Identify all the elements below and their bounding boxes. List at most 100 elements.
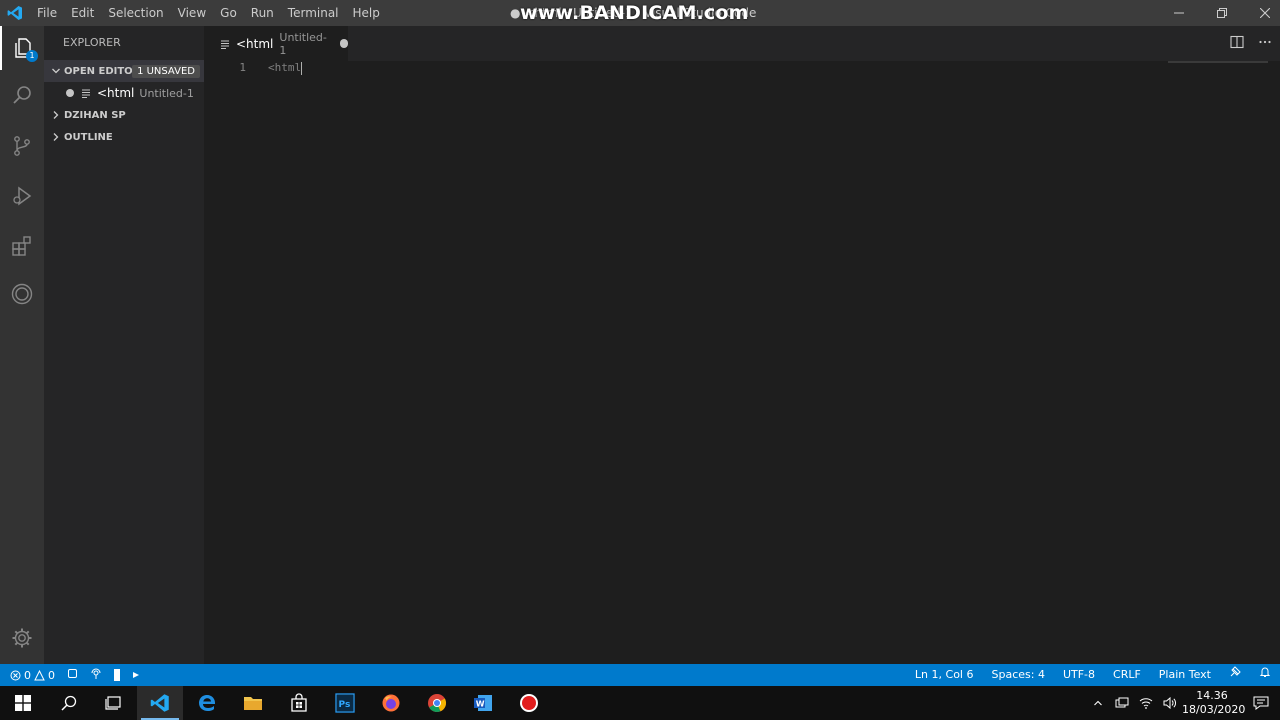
error-icon [10,670,21,680]
store-icon [291,693,307,712]
activity-run-debug[interactable] [0,174,44,218]
open-editor-item[interactable]: <html Untitled-1 [44,82,204,104]
plaintext-file-icon [220,39,230,49]
photoshop-icon: Ps [335,693,355,713]
folder-header[interactable]: DZIHAN SP [44,104,204,126]
taskbar-search[interactable] [46,686,92,720]
volume-icon[interactable] [1158,697,1182,709]
activity-explorer[interactable]: 1 [0,26,44,70]
unsaved-dot-icon [66,89,74,97]
notifications-bell-icon[interactable] [1250,664,1280,686]
feedback-icon[interactable] [1220,664,1250,686]
live-share-icon[interactable] [90,668,102,683]
taskbar-file-explorer[interactable] [230,686,276,720]
outline-label: OUTLINE [64,131,113,143]
problems-status[interactable]: 0 0 [10,669,55,682]
activity-manage[interactable] [0,616,44,660]
restore-button[interactable] [1200,0,1244,26]
menu-bar: File Edit Selection View Go Run Terminal… [30,0,387,26]
open-editors-header[interactable]: OPEN EDITO... 1 UNSAVED [44,60,204,82]
network-adapter-icon[interactable] [1110,697,1134,709]
warning-count: 0 [48,668,55,682]
clock-date: 18/03/2020 [1182,703,1246,716]
menu-file[interactable]: File [30,0,64,26]
svg-text:Ps: Ps [339,700,351,710]
chrome-icon [428,694,447,713]
tab-untitled-1[interactable]: <html Untitled-1 [204,26,348,61]
task-view-button[interactable] [91,686,137,720]
menu-go[interactable]: Go [213,0,244,26]
outline-header[interactable]: OUTLINE [44,126,204,148]
remote-explorer-icon [11,283,33,305]
restore-icon [1217,8,1227,18]
tab-unsaved-dot-icon[interactable] [339,39,348,48]
taskbar-bandicam[interactable] [506,686,552,720]
status-right: Ln 1, Col 6 Spaces: 4 UTF-8 CRLF Plain T… [906,664,1280,686]
action-center-icon[interactable] [1242,696,1280,710]
gear-icon [12,628,32,648]
minimize-button[interactable] [1157,0,1201,26]
close-icon [1260,8,1270,18]
warning-icon [34,669,45,680]
open-editor-path: Untitled-1 [139,86,194,100]
source-control-icon [14,136,30,156]
end-of-line[interactable]: CRLF [1104,664,1150,686]
cursor-position[interactable]: Ln 1, Col 6 [906,664,983,686]
menu-terminal[interactable]: Terminal [281,0,346,26]
language-mode[interactable]: Plain Text [1150,664,1220,686]
svg-text:W: W [476,700,485,709]
menu-edit[interactable]: Edit [64,0,101,26]
taskbar-edge[interactable] [184,686,230,720]
chevron-up-icon[interactable] [1086,698,1110,708]
vscode-icon [150,694,169,712]
editor-area[interactable]: 1 <html [204,61,1280,664]
indentation[interactable]: Spaces: 4 [982,664,1053,686]
menu-help[interactable]: Help [346,0,387,26]
line-number: 1 [239,61,246,74]
system-tray: 14.36 18/03/2020 [1086,686,1280,720]
status-left: 0 0 [0,664,140,686]
vscode-logo-icon [0,0,30,26]
taskbar-chrome[interactable] [414,686,460,720]
taskbar-photoshop[interactable]: Ps [322,686,368,720]
taskbar-word[interactable]: W [460,686,506,720]
tab-bar: <html Untitled-1 [204,26,1280,61]
menu-selection[interactable]: Selection [101,0,170,26]
clock-time: 14.36 [1196,689,1228,702]
search-icon [13,86,31,104]
activity-extensions[interactable] [0,224,44,268]
chevron-down-icon [50,65,62,77]
taskbar-store[interactable] [276,686,322,720]
explorer-title: EXPLORER [63,36,121,49]
activity-source-control[interactable] [0,124,44,168]
progress-indicator [114,669,120,681]
unsaved-badge: 1 UNSAVED [132,64,200,78]
menu-run[interactable]: Run [244,0,281,26]
windows-taskbar: Ps W 14.36 18/03/2020 [0,686,1280,720]
explorer-badge: 1 [26,50,38,62]
run-icon[interactable] [132,669,140,682]
start-button[interactable] [0,686,46,720]
search-icon [61,695,77,711]
explorer-sidebar: EXPLORER OPEN EDITO... 1 UNSAVED <html U… [44,26,204,664]
more-actions-icon[interactable] [1258,35,1272,52]
ports-icon[interactable] [67,668,78,682]
firefox-icon [382,694,400,712]
folder-icon [244,697,262,710]
split-editor-icon[interactable] [1230,35,1244,52]
encoding[interactable]: UTF-8 [1054,664,1104,686]
taskbar-vscode[interactable] [137,686,183,720]
code-text: <html [268,61,302,74]
activity-search[interactable] [0,74,44,118]
wifi-icon[interactable] [1134,697,1158,709]
menu-view[interactable]: View [171,0,213,26]
word-icon: W [474,695,492,711]
close-button[interactable] [1243,0,1280,26]
taskbar-firefox[interactable] [368,686,414,720]
open-editor-name: <html [97,86,135,100]
code-line[interactable]: <html [268,61,303,75]
clock[interactable]: 14.36 18/03/2020 [1182,689,1246,717]
editor-actions [1230,26,1272,61]
minimap[interactable] [1168,61,1268,63]
activity-remote[interactable] [0,272,44,316]
